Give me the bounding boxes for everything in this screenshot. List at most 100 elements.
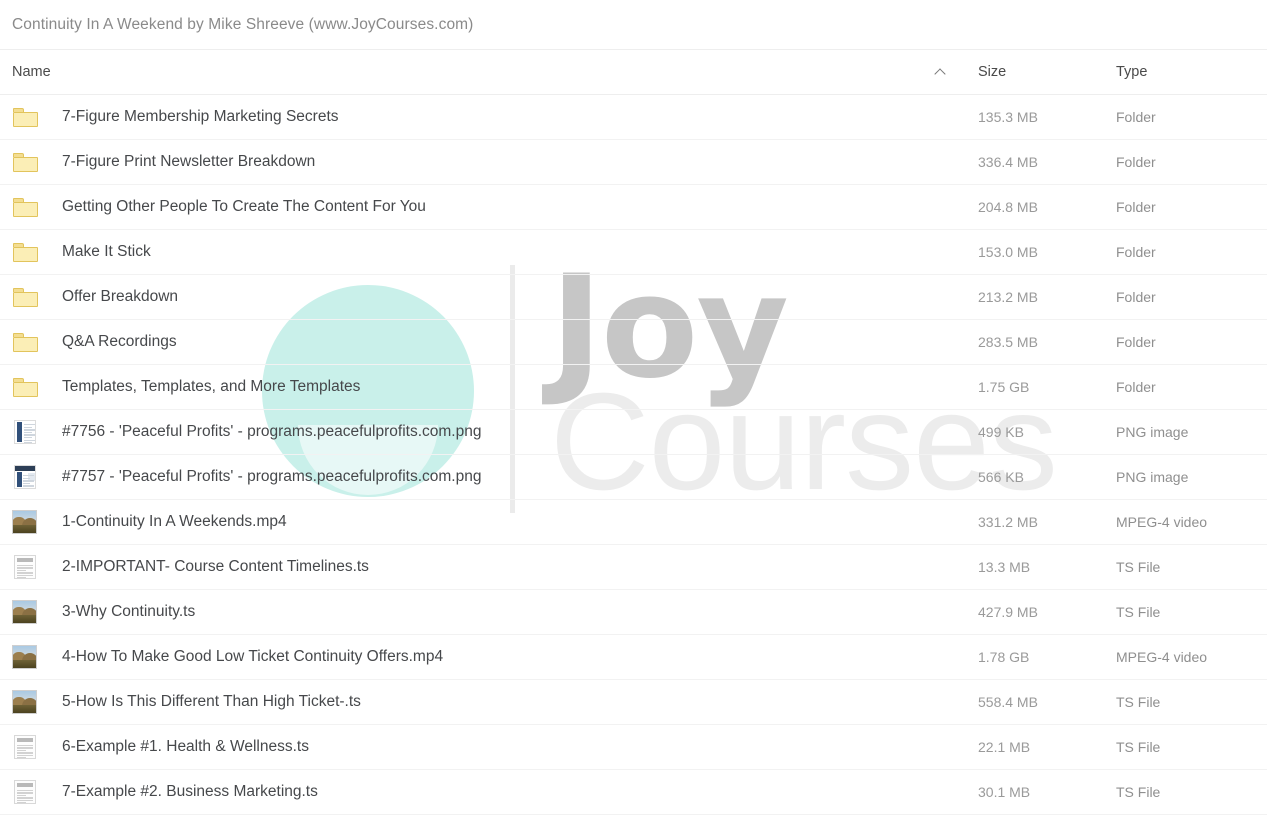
file-size-cell: 558.4 MB: [978, 694, 1038, 710]
file-name-cell[interactable]: Offer Breakdown: [62, 275, 178, 319]
file-row[interactable]: 2-IMPORTANT- Course Content Timelines.ts…: [0, 545, 1267, 590]
file-name-cell[interactable]: 7-Example #2. Business Marketing.ts: [62, 770, 318, 814]
file-icon-cell: [10, 500, 44, 544]
file-type-cell: TS File: [1116, 784, 1161, 800]
file-type-cell: Folder: [1116, 379, 1156, 395]
file-row[interactable]: 7-Figure Membership Marketing Secrets 135…: [0, 95, 1267, 140]
file-name-cell[interactable]: Getting Other People To Create The Conte…: [62, 185, 426, 229]
document-thumbnail-icon: [10, 778, 42, 806]
file-row[interactable]: 1-Continuity In A Weekends.mp4 331.2 MB MP…: [0, 500, 1267, 545]
file-row[interactable]: Make It Stick 153.0 MB Folder: [0, 230, 1267, 275]
file-size-cell: 30.1 MB: [978, 784, 1031, 800]
file-type-cell: Folder: [1116, 199, 1156, 215]
folder-icon: [10, 373, 42, 401]
file-type-cell: Folder: [1116, 154, 1156, 170]
file-type-cell: MPEG-4 video: [1116, 514, 1208, 530]
file-name-cell[interactable]: Q&A Recordings: [62, 320, 177, 364]
file-name-cell[interactable]: #7757 - 'Peaceful Profits' - programs.pe…: [62, 455, 481, 499]
file-icon-cell: [10, 230, 44, 274]
document-thumbnail-icon: [10, 553, 42, 581]
file-icon-cell: [10, 680, 44, 724]
sort-indicator[interactable]: [928, 50, 952, 94]
file-size-cell: 1.78 GB: [978, 649, 1030, 665]
folder-icon: [10, 103, 42, 131]
file-name-cell[interactable]: Make It Stick: [62, 230, 151, 274]
file-icon-cell: [10, 410, 44, 454]
folder-icon: [10, 148, 42, 176]
video-thumbnail-icon: [10, 598, 42, 626]
file-name-cell[interactable]: 7-Figure Print Newsletter Breakdown: [62, 140, 315, 184]
file-icon-cell: [10, 275, 44, 319]
file-icon-cell: [10, 140, 44, 184]
file-size-cell: 283.5 MB: [978, 334, 1038, 350]
file-icon-cell: [10, 545, 44, 589]
file-row[interactable]: 6-Example #1. Health & Wellness.ts 22.1 M…: [0, 725, 1267, 770]
file-name-cell[interactable]: Templates, Templates, and More Templates: [62, 365, 360, 409]
file-icon-cell: [10, 320, 44, 364]
file-type-cell: TS File: [1116, 694, 1161, 710]
file-type-cell: PNG image: [1116, 424, 1189, 440]
file-icon-cell: [10, 590, 44, 634]
file-icon-cell: [10, 95, 44, 139]
file-row[interactable]: 3-Why Continuity.ts 427.9 MB TS File: [0, 590, 1267, 635]
file-size-cell: 153.0 MB: [978, 244, 1038, 260]
video-thumbnail-icon: [10, 688, 42, 716]
file-icon-cell: [10, 365, 44, 409]
file-name-cell[interactable]: 3-Why Continuity.ts: [62, 590, 195, 634]
file-name-cell[interactable]: 7-Figure Membership Marketing Secrets: [62, 95, 339, 139]
file-type-cell: MPEG-4 video: [1116, 649, 1208, 665]
file-name-cell[interactable]: 4-How To Make Good Low Ticket Continuity…: [62, 635, 443, 679]
file-name-cell[interactable]: 2-IMPORTANT- Course Content Timelines.ts: [62, 545, 369, 589]
file-type-cell: PNG image: [1116, 469, 1189, 485]
column-header-type[interactable]: Type: [1116, 50, 1147, 94]
file-icon-cell: [10, 635, 44, 679]
column-header-name-label: Name: [12, 64, 51, 80]
file-name-cell[interactable]: 5-How Is This Different Than High Ticket…: [62, 680, 361, 724]
file-icon-cell: [10, 725, 44, 769]
file-row[interactable]: 4-How To Make Good Low Ticket Continuity…: [0, 635, 1267, 680]
file-row[interactable]: Offer Breakdown 213.2 MB Folder: [0, 275, 1267, 320]
file-type-cell: TS File: [1116, 604, 1161, 620]
file-row[interactable]: #7756 - 'Peaceful Profits' - programs.pe…: [0, 410, 1267, 455]
folder-icon: [10, 283, 42, 311]
file-row[interactable]: #7757 - 'Peaceful Profits' - programs.pe…: [0, 455, 1267, 500]
file-row[interactable]: 7-Figure Print Newsletter Breakdown 336.4…: [0, 140, 1267, 185]
file-name-cell[interactable]: 6-Example #1. Health & Wellness.ts: [62, 725, 309, 769]
file-type-cell: TS File: [1116, 559, 1161, 575]
file-row[interactable]: Templates, Templates, and More Templates…: [0, 365, 1267, 410]
file-row[interactable]: 5-How Is This Different Than High Ticket…: [0, 680, 1267, 725]
screenshot-thumbnail-icon: [10, 463, 42, 491]
file-row[interactable]: Q&A Recordings 283.5 MB Folder: [0, 320, 1267, 365]
column-header-name[interactable]: Name: [12, 50, 51, 94]
column-header-size[interactable]: Size: [978, 50, 1006, 94]
document-thumbnail-icon: [10, 733, 42, 761]
file-size-cell: 336.4 MB: [978, 154, 1038, 170]
file-size-cell: 331.2 MB: [978, 514, 1038, 530]
folder-icon: [10, 328, 42, 356]
folder-icon: [10, 193, 42, 221]
file-row[interactable]: 7-Example #2. Business Marketing.ts 30.1 …: [0, 770, 1267, 815]
file-list: 7-Figure Membership Marketing Secrets 135…: [0, 95, 1267, 815]
column-header-row: Name Size Type: [0, 50, 1267, 95]
file-size-cell: 13.3 MB: [978, 559, 1031, 575]
chevron-up-icon: [935, 67, 946, 78]
file-size-cell: 427.9 MB: [978, 604, 1038, 620]
file-size-cell: 22.1 MB: [978, 739, 1031, 755]
file-name-cell[interactable]: #7756 - 'Peaceful Profits' - programs.pe…: [62, 410, 481, 454]
file-size-cell: 1.75 GB: [978, 379, 1030, 395]
file-row[interactable]: Getting Other People To Create The Conte…: [0, 185, 1267, 230]
video-thumbnail-icon: [10, 508, 42, 536]
file-size-cell: 213.2 MB: [978, 289, 1038, 305]
file-type-cell: Folder: [1116, 244, 1156, 260]
file-size-cell: 499 KB: [978, 424, 1024, 440]
page-title: Continuity In A Weekend by Mike Shreeve …: [12, 15, 474, 33]
file-type-cell: Folder: [1116, 289, 1156, 305]
file-icon-cell: [10, 770, 44, 814]
file-size-cell: 204.8 MB: [978, 199, 1038, 215]
file-size-cell: 566 KB: [978, 469, 1024, 485]
file-size-cell: 135.3 MB: [978, 109, 1038, 125]
column-header-type-label: Type: [1116, 64, 1148, 80]
screenshot-thumbnail-icon: [10, 418, 42, 446]
file-icon-cell: [10, 455, 44, 499]
file-name-cell[interactable]: 1-Continuity In A Weekends.mp4: [62, 500, 287, 544]
